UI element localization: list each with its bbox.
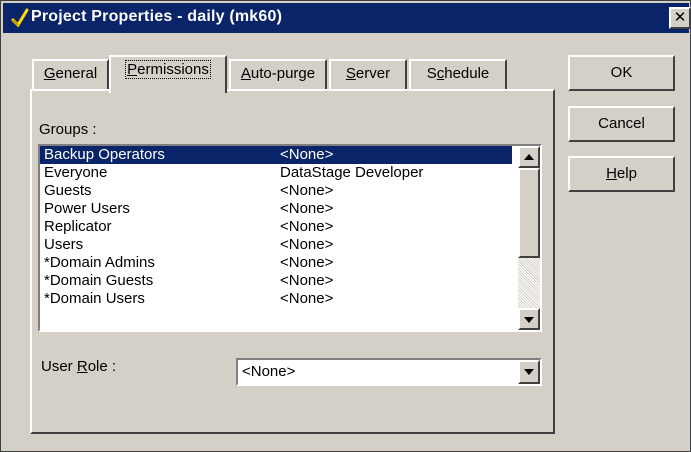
- tab-server-label: Server: [345, 65, 391, 82]
- group-name: Guests: [44, 182, 92, 199]
- tab-permissions-label: Permissions: [125, 60, 211, 79]
- group-role: <None>: [280, 272, 334, 289]
- group-role: <None>: [280, 182, 334, 199]
- groups-listbox[interactable]: Backup Operators <None> Everyone DataStage …: [38, 144, 542, 332]
- group-role: <None>: [280, 290, 334, 307]
- scroll-thumb[interactable]: [518, 168, 540, 258]
- tab-schedule[interactable]: Schedule: [409, 59, 507, 89]
- user-role-value: <None>: [242, 363, 296, 380]
- group-name: Users: [44, 236, 84, 253]
- chevron-down-icon: [524, 369, 534, 375]
- cancel-button-label: Cancel: [598, 115, 645, 132]
- tab-auto-purge-label: Auto-purge: [240, 65, 316, 82]
- user-role-dropdown-button[interactable]: [518, 360, 540, 384]
- project-properties-dialog: Project Properties - daily (mk60) ✕ Gene…: [0, 0, 691, 452]
- groups-rows: Backup Operators <None> Everyone DataStage …: [40, 146, 512, 308]
- scroll-up-button[interactable]: [518, 146, 540, 168]
- group-name: *Domain Admins: [44, 254, 155, 271]
- tab-auto-purge[interactable]: Auto-purge: [229, 59, 327, 89]
- list-item[interactable]: *Domain Admins <None>: [40, 254, 512, 272]
- group-name: Power Users: [44, 200, 130, 217]
- group-name: *Domain Users: [44, 290, 145, 307]
- groups-label: Groups :: [39, 121, 97, 138]
- list-item[interactable]: Everyone DataStage Developer: [40, 164, 512, 182]
- help-button[interactable]: Help: [568, 156, 675, 192]
- list-item[interactable]: Users <None>: [40, 236, 512, 254]
- group-role: <None>: [280, 146, 334, 163]
- cancel-button[interactable]: Cancel: [568, 106, 675, 142]
- tab-general-label: General: [43, 65, 98, 82]
- close-icon: ✕: [673, 8, 687, 26]
- list-item[interactable]: Backup Operators <None>: [40, 146, 512, 164]
- arrow-down-icon: [524, 317, 534, 323]
- group-name: *Domain Guests: [44, 272, 154, 289]
- group-name: Everyone: [44, 164, 108, 181]
- tab-general[interactable]: General: [32, 59, 109, 89]
- group-name: Replicator: [44, 218, 112, 235]
- tab-schedule-label: Schedule: [426, 65, 490, 82]
- groups-scrollbar[interactable]: [518, 146, 540, 330]
- scroll-track[interactable]: [518, 258, 540, 308]
- user-role-select[interactable]: <None>: [236, 358, 542, 386]
- ok-button[interactable]: OK: [568, 55, 675, 91]
- group-role: <None>: [280, 200, 334, 217]
- tab-server[interactable]: Server: [329, 59, 407, 89]
- title-bar[interactable]: Project Properties - daily (mk60) ✕: [3, 3, 691, 33]
- help-button-label: Help: [606, 165, 637, 182]
- list-item[interactable]: Replicator <None>: [40, 218, 512, 236]
- group-role: <None>: [280, 236, 334, 253]
- list-item[interactable]: *Domain Guests <None>: [40, 272, 512, 290]
- ok-button-label: OK: [610, 64, 633, 81]
- scroll-down-button[interactable]: [518, 308, 540, 330]
- group-role: DataStage Developer: [280, 164, 424, 181]
- tab-permissions[interactable]: Permissions: [109, 55, 227, 93]
- user-role-label: User Role :: [41, 358, 117, 375]
- list-item[interactable]: *Domain Users <None>: [40, 290, 512, 308]
- checkmark-icon: [11, 8, 29, 28]
- list-item[interactable]: Power Users <None>: [40, 200, 512, 218]
- list-item[interactable]: Guests <None>: [40, 182, 512, 200]
- arrow-up-icon: [524, 154, 534, 160]
- close-button[interactable]: ✕: [669, 7, 691, 29]
- group-role: <None>: [280, 218, 334, 235]
- window-title: Project Properties - daily (mk60): [31, 8, 283, 25]
- group-role: <None>: [280, 254, 334, 271]
- group-name: Backup Operators: [44, 146, 165, 163]
